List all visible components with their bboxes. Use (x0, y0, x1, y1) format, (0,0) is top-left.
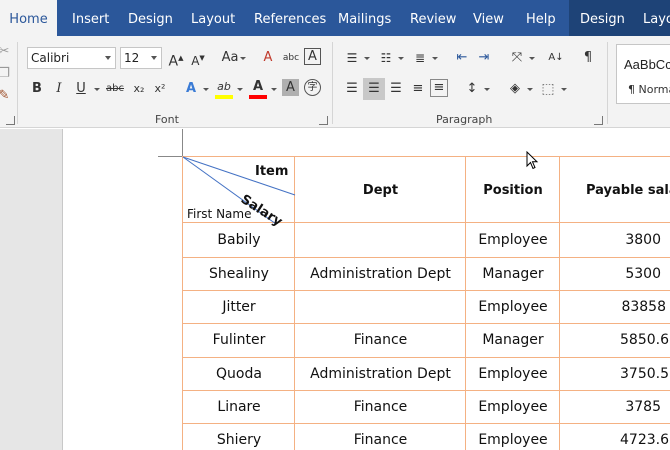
cell-salary[interactable]: 3785 (560, 399, 661, 415)
cell-position[interactable]: Employee (466, 366, 560, 382)
mouse-pointer-icon (526, 151, 539, 170)
cell-first-name[interactable]: Jitter (183, 299, 295, 315)
cell-salary[interactable]: 4723.6 (560, 432, 669, 448)
cell-dept[interactable]: Administration Dept (295, 266, 466, 282)
cell-dept[interactable]: Finance (295, 399, 466, 415)
table-grid (182, 156, 670, 450)
cell-position[interactable]: Employee (466, 232, 560, 248)
cell-first-name[interactable]: Fulinter (183, 332, 295, 348)
cell-first-name[interactable]: Babily (183, 232, 295, 248)
cell-first-name[interactable]: Shealiny (183, 266, 295, 282)
cell-salary[interactable]: 3800 (560, 232, 661, 248)
cell-dept[interactable]: Administration Dept (295, 366, 466, 382)
header-dept: Dept (362, 183, 399, 198)
cell-salary[interactable]: 5850.6 (560, 332, 669, 348)
diag-item-label: Item (255, 164, 289, 179)
cell-first-name[interactable]: Shiery (183, 432, 295, 448)
cell-salary[interactable]: 3750.5 (560, 366, 669, 382)
cell-salary[interactable]: 5300 (560, 266, 661, 282)
cell-position[interactable]: Manager (466, 266, 560, 282)
cell-first-name[interactable]: Linare (183, 399, 295, 415)
cell-position[interactable]: Employee (466, 399, 560, 415)
cell-salary[interactable]: 83858 (560, 299, 666, 315)
diag-first-name-label: First Name (187, 207, 252, 221)
cell-position[interactable]: Employee (466, 432, 560, 448)
cell-position[interactable]: Manager (466, 332, 560, 348)
cell-dept[interactable]: Finance (295, 332, 466, 348)
cell-first-name[interactable]: Quoda (183, 366, 295, 382)
header-position: Position (483, 183, 543, 198)
header-payable-salary: Payable salary (586, 183, 670, 198)
cell-dept[interactable]: Finance (295, 432, 466, 448)
cell-position[interactable]: Employee (466, 299, 560, 315)
